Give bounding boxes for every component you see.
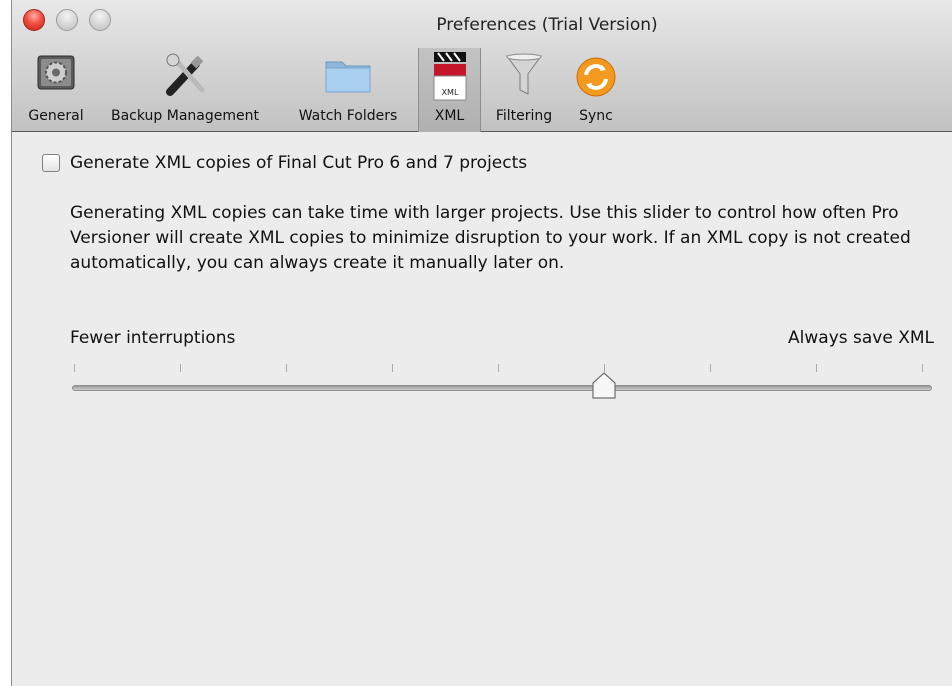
xml-clapper-icon: XML [430,51,470,107]
slider-min-label: Fewer interruptions [70,328,236,348]
xml-description: Generating XML copies can take time with… [70,203,911,273]
toolbar-label-general: General [28,108,84,124]
toolbar-label-filtering: Filtering [495,108,553,124]
xml-preferences-pane: Generate XML copies of Final Cut Pro 6 a… [12,132,952,686]
slider-tick [498,364,499,372]
slider-ticks [12,364,952,374]
toolbar-item-filtering[interactable]: Filtering [485,48,563,132]
slider-tick [180,364,181,372]
toolbar-label-sync: Sync [579,108,613,124]
folder-icon [323,52,373,100]
toolbar-item-watch-folders[interactable]: Watch Folders [284,48,412,132]
generate-xml-checkbox[interactable] [42,154,60,172]
title-bar: Preferences (Trial Version) [12,0,952,44]
slider-max-label: Always save XML [788,328,934,348]
slider-tick [74,364,75,372]
slider-tick [922,364,923,372]
preferences-window: Preferences (Trial Version) General Back… [11,0,952,686]
toolbar-label-backup-management: Backup Management [111,108,259,124]
toolbar-label-watch-folders: Watch Folders [298,108,398,124]
toolbar-item-xml[interactable]: XML XML [418,48,481,132]
slider-tick [286,364,287,372]
funnel-icon [504,52,544,104]
toolbar-item-backup-management[interactable]: Backup Management [94,48,276,132]
sync-icon [575,56,617,102]
xml-badge-text: XML [441,88,458,97]
slider-tick [604,364,605,372]
xml-frequency-slider-thumb[interactable] [591,372,617,400]
generate-xml-label[interactable]: Generate XML copies of Final Cut Pro 6 a… [70,153,527,173]
toolbar-item-general[interactable]: General [18,48,94,132]
general-gear-icon [35,52,77,98]
tools-icon [162,52,208,102]
window-toolbar: Preferences (Trial Version) General Back… [12,0,952,132]
toolbar-label-xml: XML [434,108,465,124]
window-title: Preferences (Trial Version) [436,15,658,35]
toolbar-item-sync[interactable]: Sync [567,48,625,132]
slider-tick [816,364,817,372]
xml-frequency-slider-track[interactable] [72,385,932,391]
slider-tick [710,364,711,372]
slider-tick [392,364,393,372]
